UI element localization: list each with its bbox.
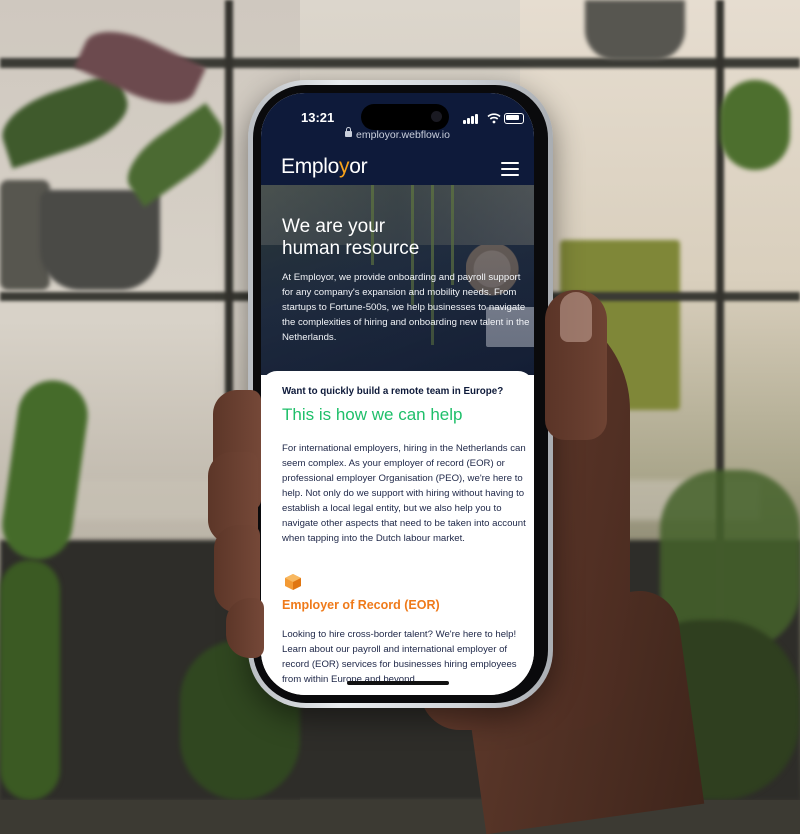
- address-bar[interactable]: employor.webflow.io: [261, 127, 534, 141]
- hand-thumbnail: [560, 292, 592, 342]
- hero-title-line2: human resource: [282, 238, 420, 259]
- intro-body: For international employers, hiring in t…: [282, 443, 526, 544]
- status-icons: [463, 112, 524, 124]
- logo-text-end: or: [349, 155, 368, 178]
- background-plant-leaf: [0, 560, 60, 800]
- background-plant-leaf: [720, 80, 790, 170]
- hero-title-line1: We are your: [282, 216, 386, 237]
- wifi-icon: [487, 113, 501, 124]
- phone-bezel: 13:21 employor.webflow.io Employor We ar…: [253, 85, 548, 703]
- eor-title[interactable]: Employer of Record (EOR): [282, 598, 440, 612]
- url-text: employor.webflow.io: [356, 129, 450, 141]
- eor-body: Looking to hire cross-border talent? We'…: [282, 629, 517, 685]
- home-indicator[interactable]: [347, 681, 449, 685]
- hero-title: We are your human resource: [282, 216, 522, 260]
- background-plant-pot: [585, 0, 685, 60]
- phone-screen: 13:21 employor.webflow.io Employor We ar…: [261, 93, 534, 695]
- content-card: Want to quickly build a remote team in E…: [261, 371, 534, 695]
- signal-bar: [467, 118, 470, 124]
- signal-bar: [463, 120, 466, 124]
- front-camera-icon: [431, 111, 442, 122]
- signal-bar: [475, 114, 478, 124]
- intro-question: Want to quickly build a remote team in E…: [282, 386, 504, 397]
- status-time: 13:21: [301, 110, 335, 125]
- logo-accent-letter: y: [339, 155, 350, 178]
- logo-text-start: Emplo: [281, 155, 340, 178]
- phone: 13:21 employor.webflow.io Employor We ar…: [248, 80, 553, 708]
- hero-section: We are your human resource At Employor, …: [261, 185, 534, 375]
- signal-bar: [471, 116, 474, 124]
- lock-icon: [345, 127, 353, 137]
- intro-heading: This is how we can help: [282, 405, 463, 424]
- hamburger-menu-icon[interactable]: [501, 162, 519, 176]
- site-logo[interactable]: Employor: [281, 155, 368, 179]
- battery-icon: [504, 113, 524, 124]
- box-icon: [285, 574, 301, 590]
- site-header: 13:21 employor.webflow.io Employor: [261, 93, 534, 185]
- hero-description: At Employor, we provide onboarding and p…: [282, 272, 530, 343]
- hand-finger: [226, 598, 264, 658]
